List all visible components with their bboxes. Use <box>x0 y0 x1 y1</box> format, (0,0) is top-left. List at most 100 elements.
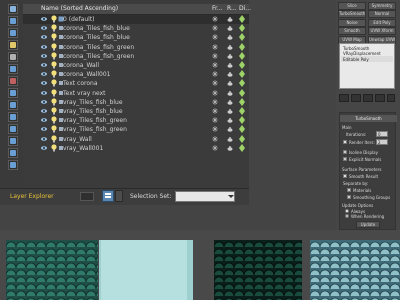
lightbulb-icon[interactable] <box>51 42 57 51</box>
column-header-name[interactable]: Name (Sorted Ascending) <box>41 5 118 12</box>
lightbulb-icon[interactable] <box>51 116 57 124</box>
when-rendering-radio[interactable] <box>345 214 349 218</box>
display-geometry-icon[interactable] <box>8 16 18 26</box>
lightbulb-icon[interactable] <box>51 107 57 115</box>
render-teapot-icon[interactable] <box>227 99 233 105</box>
display-bones-icon[interactable] <box>8 112 18 122</box>
display-icon[interactable] <box>239 42 245 51</box>
display-icon[interactable] <box>239 24 245 33</box>
object-row[interactable]: corona_Wall <box>23 61 249 70</box>
visibility-eye-icon[interactable] <box>41 34 47 40</box>
object-row[interactable]: vray_Tiles_fish_green <box>23 125 249 134</box>
lightbulb-icon[interactable] <box>51 98 57 106</box>
freeze-snowflake-icon[interactable] <box>212 126 218 133</box>
show-end-result-icon[interactable] <box>351 94 361 102</box>
display-icon[interactable] <box>239 134 245 143</box>
render-teapot-icon[interactable] <box>227 117 233 123</box>
explorer-dropdown[interactable] <box>80 192 94 201</box>
display-icon[interactable] <box>239 116 245 125</box>
layer-mode-button[interactable] <box>102 190 114 202</box>
display-icon[interactable] <box>239 143 245 152</box>
display-icon[interactable] <box>239 15 245 23</box>
display-helpers-icon[interactable] <box>8 64 18 74</box>
object-row[interactable]: corona_Tiles_fish_blue <box>23 24 249 33</box>
object-row[interactable]: corona_Tiles_fish_green <box>23 51 249 61</box>
render-teapot-icon[interactable] <box>227 34 233 41</box>
lightbulb-icon[interactable] <box>51 70 57 78</box>
freeze-snowflake-icon[interactable] <box>212 108 218 114</box>
freeze-snowflake-icon[interactable] <box>212 71 218 78</box>
freeze-snowflake-icon[interactable] <box>212 16 218 22</box>
freeze-snowflake-icon[interactable] <box>212 52 218 59</box>
display-icon[interactable] <box>239 79 245 88</box>
modifier-button[interactable]: Edit Poly <box>368 18 396 27</box>
display-icon[interactable] <box>239 125 245 134</box>
freeze-snowflake-icon[interactable] <box>212 89 218 96</box>
object-row[interactable]: vray_Tiles_fish_green <box>23 116 249 125</box>
render-teapot-icon[interactable] <box>227 108 233 114</box>
render-teapot-icon[interactable] <box>227 25 233 31</box>
object-row[interactable]: corona_Tiles_fish_blue <box>23 33 249 42</box>
display-icon[interactable] <box>239 107 245 115</box>
freeze-snowflake-icon[interactable] <box>212 80 218 87</box>
render-iters-spinner[interactable]: 2 <box>376 139 388 145</box>
freeze-snowflake-icon[interactable] <box>212 25 218 32</box>
visibility-eye-icon[interactable] <box>41 25 47 31</box>
lightbulb-icon[interactable] <box>51 144 57 152</box>
object-row[interactable]: corona_Tiles_fish_green <box>23 42 249 52</box>
display-lights-icon[interactable] <box>8 40 18 50</box>
visibility-eye-icon[interactable] <box>41 126 47 132</box>
display-icon[interactable] <box>239 33 245 42</box>
visibility-eye-icon[interactable] <box>41 108 47 114</box>
visibility-eye-icon[interactable] <box>41 16 47 22</box>
display-icon[interactable] <box>239 51 245 60</box>
object-row[interactable]: Text corona <box>23 79 249 88</box>
selection-set-dropdown[interactable] <box>175 191 235 202</box>
visibility-eye-icon[interactable] <box>41 90 47 96</box>
column-header-render[interactable]: R... <box>227 5 237 12</box>
column-header-frozen[interactable]: Fr... <box>212 5 223 12</box>
freeze-snowflake-icon[interactable] <box>212 117 218 124</box>
display-icon[interactable] <box>239 61 245 69</box>
modifier-button[interactable]: Noise <box>338 18 366 27</box>
object-row[interactable]: vray_Tiles_fish_blue <box>23 107 249 116</box>
lightbulb-icon[interactable] <box>51 33 57 41</box>
remove-modifier-icon[interactable] <box>375 94 385 102</box>
render-teapot-icon[interactable] <box>227 136 233 142</box>
lightbulb-icon[interactable] <box>51 15 57 23</box>
freeze-snowflake-icon[interactable] <box>212 98 218 105</box>
lightbulb-icon[interactable] <box>51 79 57 87</box>
layer-row[interactable]: 0 (default) <box>23 15 249 24</box>
display-all-icon[interactable] <box>8 160 18 170</box>
modifier-stack[interactable]: TurboSmooth VRayDisplacement Editable Po… <box>339 43 395 89</box>
chevron-down-icon[interactable] <box>227 192 235 201</box>
freeze-snowflake-icon[interactable] <box>212 34 218 41</box>
freeze-snowflake-icon[interactable] <box>212 43 218 50</box>
render-teapot-icon[interactable] <box>227 62 233 68</box>
visibility-eye-icon[interactable] <box>41 62 47 68</box>
object-row[interactable]: vray_Wall <box>23 134 249 144</box>
render-teapot-icon[interactable] <box>227 53 233 59</box>
freeze-snowflake-icon[interactable] <box>212 135 218 142</box>
stack-item[interactable]: Editable Poly <box>343 57 369 62</box>
render-teapot-icon[interactable] <box>227 71 233 77</box>
smooth-result-checkbox[interactable] <box>343 174 347 178</box>
visibility-eye-icon[interactable] <box>41 99 47 105</box>
display-groups-icon[interactable] <box>8 88 18 98</box>
visibility-eye-icon[interactable] <box>41 117 47 123</box>
display-spacewarps-icon[interactable] <box>8 76 18 86</box>
display-shapes-icon[interactable] <box>8 28 18 38</box>
freeze-snowflake-icon[interactable] <box>212 144 218 151</box>
update-button[interactable]: Update <box>356 221 380 228</box>
materials-checkbox[interactable] <box>347 188 351 192</box>
render-iters-checkbox[interactable] <box>343 140 347 144</box>
lightbulb-icon[interactable] <box>51 61 57 69</box>
render-teapot-icon[interactable] <box>227 16 233 22</box>
display-xrefs-icon[interactable] <box>8 100 18 110</box>
modifier-button[interactable]: Slice <box>338 2 366 10</box>
object-row[interactable]: corona_Wall001 <box>23 70 249 79</box>
make-unique-icon[interactable] <box>363 94 373 102</box>
explicit-normals-checkbox[interactable] <box>343 157 347 161</box>
lightbulb-icon[interactable] <box>51 88 57 97</box>
modifier-button[interactable]: Normal <box>368 10 396 19</box>
